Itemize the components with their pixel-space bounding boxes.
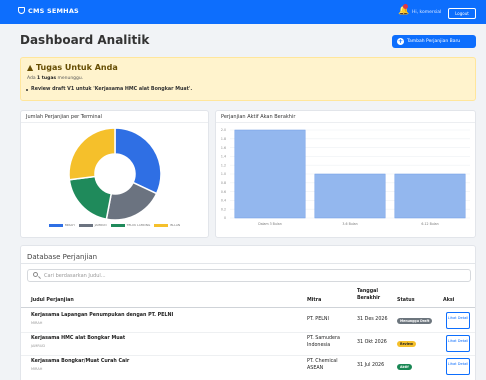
x-tick-label: 3-6 Bulan bbox=[342, 222, 357, 226]
top-navbar: CMS SEMHAS 🔔 Hi, komersial Logout bbox=[0, 0, 486, 24]
notification-dot bbox=[403, 4, 408, 9]
y-tick-label: 1.8 bbox=[221, 137, 226, 141]
y-tick-label: 0.6 bbox=[221, 190, 226, 194]
pie-legend: MIRAH JAMRUD TELUK LAMONG BLLAN bbox=[21, 223, 208, 227]
search-input[interactable]: Cari berdasarkan Judul... bbox=[27, 269, 471, 282]
detail-button[interactable]: Lihat Detail bbox=[446, 358, 470, 375]
x-tick-label: Dalam 3 Bulan bbox=[258, 222, 281, 226]
plus-icon: + bbox=[397, 38, 404, 45]
alert-task-count: 1 tugas bbox=[37, 76, 57, 81]
header-divider bbox=[21, 307, 475, 308]
pie-chart-title: Jumlah Perjanjian per Terminal bbox=[21, 111, 208, 123]
row-title: Kerjasama Bongkar/Muat Curah Cair bbox=[31, 359, 130, 364]
x-tick-label: 6-12 Bulan bbox=[421, 222, 438, 226]
alert-title-text: Tugas Untuk Anda bbox=[35, 63, 118, 72]
legend-item[interactable]: BLLAN bbox=[154, 223, 180, 227]
pie-slice-mirah bbox=[114, 127, 162, 195]
agreements-table-card: Database Perjanjian Cari berdasarkan Jud… bbox=[20, 245, 476, 380]
header-tanggal: Tanggal Berakhir bbox=[357, 289, 381, 301]
detail-button[interactable]: Lihat Detail bbox=[446, 335, 470, 352]
add-agreement-button[interactable]: + Tambah Perjanjian Baru bbox=[392, 35, 476, 48]
y-tick-label: 1.4 bbox=[221, 155, 226, 159]
legend-item[interactable]: TELUK LAMONG bbox=[110, 223, 151, 227]
status-badge: Review bbox=[397, 341, 416, 347]
row-title: Kerjasama Lapangan Penumpukan dengan PT.… bbox=[31, 313, 174, 318]
legend-swatch bbox=[110, 223, 125, 227]
brand-label: CMS SEMHAS bbox=[28, 7, 79, 15]
y-tick-label: 1.2 bbox=[221, 163, 226, 167]
bar-chart-card: Perjanjian Aktif Akan Berakhir 0 0.2 0.4 0.… bbox=[215, 110, 476, 238]
legend-swatch bbox=[78, 223, 93, 227]
y-tick-label: 0.2 bbox=[221, 207, 226, 211]
alert-subtitle-suffix: menunggu. bbox=[56, 76, 84, 81]
y-tick-label: 0.8 bbox=[221, 181, 226, 185]
row-mitra: PT. PELNI bbox=[307, 317, 329, 322]
legend-label: JAMRUD bbox=[94, 223, 107, 227]
legend-item[interactable]: MIRAH bbox=[48, 223, 75, 227]
legend-label: TELUK LAMONG bbox=[126, 223, 151, 227]
row-mitra: PT. Chemical ASEAN bbox=[307, 359, 338, 371]
row-date: 31 Okt 2026 bbox=[357, 340, 387, 345]
legend-label: MIRAH bbox=[64, 223, 75, 227]
user-greeting: Hi, komersial bbox=[412, 10, 442, 15]
pie-chart bbox=[68, 127, 162, 221]
y-tick-label: 1.6 bbox=[221, 146, 226, 150]
header-aksi: Aksi bbox=[443, 298, 455, 303]
bar[interactable] bbox=[394, 173, 466, 219]
logout-button[interactable]: Logout bbox=[448, 8, 476, 19]
y-tick-label: 0 bbox=[224, 216, 226, 220]
row-date: 31 Des 2026 bbox=[357, 317, 388, 322]
legend-item[interactable]: JAMRUD bbox=[78, 223, 107, 227]
warning-icon: ▲ bbox=[27, 63, 34, 72]
legend-label: BLLAN bbox=[170, 223, 181, 227]
pie-slice-teluk-lamong bbox=[68, 175, 113, 221]
table-section-title: Database Perjanjian bbox=[27, 253, 98, 261]
alert-subtitle: Ada 1 tugas menunggu. bbox=[27, 76, 83, 81]
tasks-alert: ▲ Tugas Untuk Anda Ada 1 tugas menunggu.… bbox=[20, 57, 476, 101]
alert-subtitle-prefix: Ada bbox=[27, 76, 38, 81]
row-mitra: PT. Samudera Indonesia bbox=[307, 336, 340, 348]
pie-chart-card: Jumlah Perjanjian per Terminal MIRAH JAMR… bbox=[20, 110, 209, 238]
table-section-header: Database Perjanjian bbox=[21, 246, 475, 264]
shield-icon bbox=[18, 7, 25, 14]
header-status: Status bbox=[397, 298, 415, 303]
row-date: 31 Jul 2026 bbox=[357, 363, 385, 368]
search-icon bbox=[33, 272, 38, 277]
header-mitra: Mitra bbox=[307, 298, 322, 303]
y-tick-label: 0.4 bbox=[221, 199, 226, 203]
alert-title: ▲ Tugas Untuk Anda bbox=[27, 63, 118, 72]
bar[interactable] bbox=[314, 173, 386, 219]
header-judul: Judul Perjanjian bbox=[31, 298, 74, 303]
add-agreement-label: Tambah Perjanjian Baru bbox=[407, 39, 461, 44]
row-divider bbox=[21, 332, 475, 333]
search-placeholder: Cari berdasarkan Judul... bbox=[44, 273, 106, 279]
y-tick-label: 2.0 bbox=[221, 128, 226, 132]
legend-swatch bbox=[48, 223, 63, 227]
bar-chart-title: Perjanjian Aktif Akan Berakhir bbox=[216, 111, 475, 123]
legend-swatch bbox=[154, 223, 169, 227]
y-tick-label: 1.0 bbox=[221, 172, 226, 176]
brand[interactable]: CMS SEMHAS bbox=[18, 7, 79, 15]
bar-chart: 0 0.2 0.4 0.6 0.8 1.0 1.2 1.4 1.6 1.8 2.0 Dalam 3 B… bbox=[221, 128, 470, 226]
page-title: Dashboard Analitik bbox=[20, 33, 150, 47]
row-terminal: MIRAH bbox=[31, 321, 43, 325]
detail-button[interactable]: Lihat Detail bbox=[446, 312, 470, 329]
pie-slice-bllan bbox=[68, 127, 116, 181]
bar[interactable] bbox=[234, 129, 306, 219]
status-badge: Aktif bbox=[397, 364, 412, 370]
status-badge: Menunggu Draft bbox=[397, 318, 433, 324]
alert-task-link[interactable]: Review draft V1 untuk 'Kerjasama HMC ala… bbox=[25, 87, 192, 92]
row-divider bbox=[21, 355, 475, 356]
row-title: Kerjasama HMC alat Bongkar Muat bbox=[31, 336, 126, 341]
row-terminal: MIRAH bbox=[31, 367, 43, 371]
row-terminal: JAMRUD bbox=[31, 344, 46, 348]
